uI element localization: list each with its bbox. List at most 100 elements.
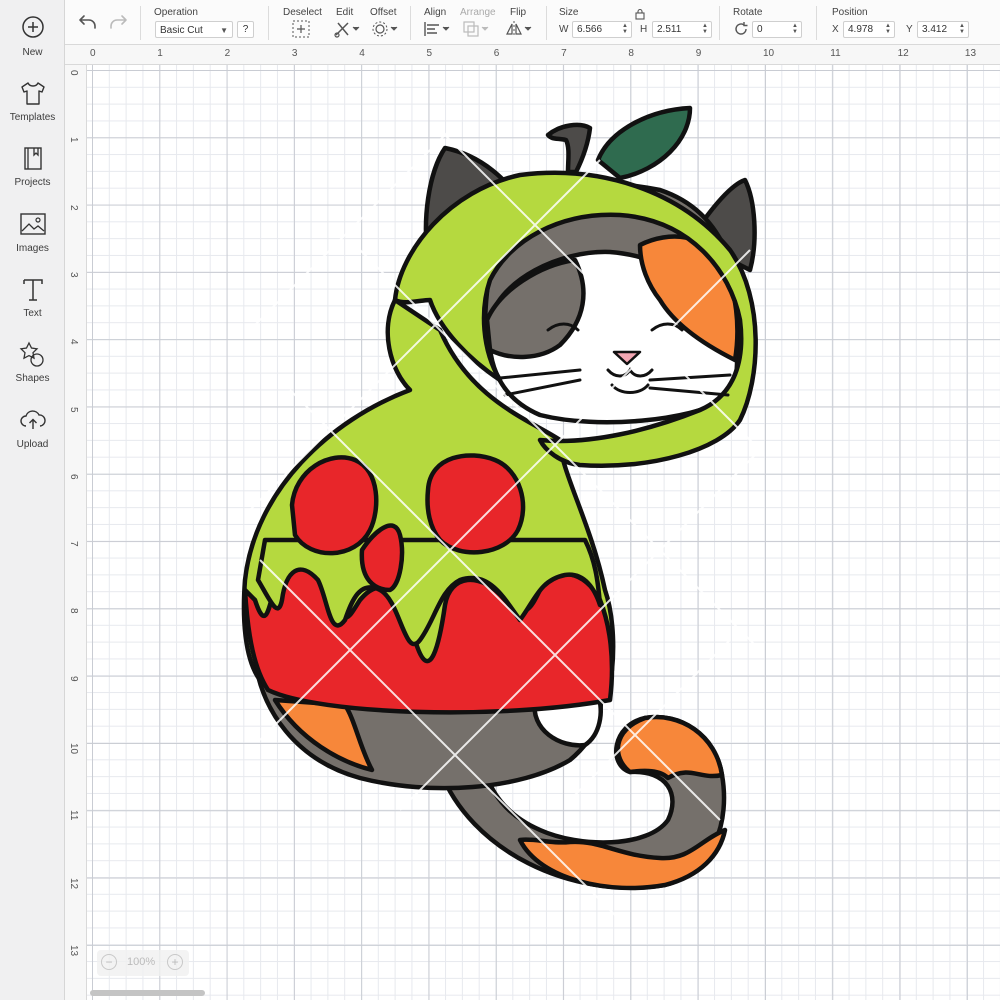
position-y-label: Y <box>906 24 913 35</box>
arrange-icon[interactable] <box>462 20 490 38</box>
ruler-tick-label: 6 <box>493 48 500 59</box>
ruler-horizontal: 0 1 2 3 4 5 6 7 8 9 10 11 12 13 <box>65 45 1000 65</box>
operation-help-button[interactable]: ? <box>237 21 254 38</box>
position-x-input[interactable]: 4.978 ▲ ▼ <box>843 21 895 38</box>
height-value: 2.511 <box>657 24 682 35</box>
ruler-tick-label: 0 <box>68 70 79 76</box>
image-icon <box>19 213 46 235</box>
left-sidebar: New Templates Projects Images Text Shape… <box>0 0 65 1000</box>
divider <box>410 6 411 40</box>
ruler-tick-label: 2 <box>68 204 79 211</box>
sidebar-item-templates[interactable]: Templates <box>0 79 65 139</box>
sidebar-item-label: Images <box>16 243 49 254</box>
operation-select[interactable]: Basic Cut ▼ <box>155 21 233 38</box>
position-x-value: 4.978 <box>848 24 874 35</box>
ruler-tick-label: 0 <box>90 48 96 59</box>
ruler-tick-label: 3 <box>68 271 79 278</box>
width-value: 6.566 <box>577 24 603 35</box>
lock-icon[interactable] <box>634 8 646 20</box>
flip-label: Flip <box>510 7 527 18</box>
zoom-in-button[interactable]: + <box>167 954 183 970</box>
operation-value: Basic Cut <box>160 25 203 36</box>
width-label: W <box>559 24 569 35</box>
design-canvas[interactable] <box>87 65 1000 1000</box>
divider <box>719 6 720 40</box>
sidebar-item-label: Upload <box>16 439 49 450</box>
spinner-icon[interactable]: ▲ ▼ <box>622 23 628 35</box>
align-icon[interactable] <box>423 20 451 38</box>
sidebar-item-projects[interactable]: Projects <box>0 144 65 204</box>
ruler-tick-label: 3 <box>291 48 298 59</box>
undo-icon[interactable] <box>77 12 99 32</box>
operation-label: Operation <box>154 7 198 18</box>
spinner-icon[interactable]: ▲ ▼ <box>702 23 708 35</box>
sidebar-item-images[interactable]: Images <box>0 210 65 270</box>
sidebar-item-upload[interactable]: Upload <box>0 406 65 466</box>
ruler-tick-label: 8 <box>68 608 79 614</box>
sidebar-item-label: New <box>22 47 43 58</box>
divider <box>268 6 269 40</box>
width-input[interactable]: 6.566 ▲ ▼ <box>572 21 632 38</box>
divider <box>140 6 141 40</box>
height-label: H <box>640 24 648 35</box>
ruler-tick-label: 10 <box>68 743 79 755</box>
tshirt-icon <box>20 82 45 105</box>
ruler-tick-label: 9 <box>68 675 79 682</box>
edit-label: Edit <box>336 7 354 18</box>
ruler-tick-label: 2 <box>224 48 231 59</box>
ruler-tick-label: 9 <box>695 48 702 59</box>
cloud-upload-icon <box>19 410 46 429</box>
spinner-icon[interactable]: ▲ ▼ <box>792 23 798 35</box>
calico-cat-apple-hoodie-image[interactable] <box>87 65 1000 1000</box>
rotate-value: 0 <box>757 24 763 35</box>
zoom-out-button[interactable]: − <box>101 954 117 970</box>
ruler-tick-label: 12 <box>68 877 79 889</box>
spinner-icon[interactable]: ▲ ▼ <box>959 23 965 35</box>
notebook-icon <box>23 147 42 170</box>
ruler-tick-label: 10 <box>763 48 775 59</box>
ruler-tick-label: 5 <box>68 406 79 413</box>
ruler-tick-label: 13 <box>964 48 977 59</box>
ruler-tick-label: 1 <box>68 137 79 143</box>
ruler-tick-label: 7 <box>561 48 567 59</box>
shapes-icon <box>19 341 44 367</box>
horizontal-scrollbar[interactable] <box>90 990 205 996</box>
edit-scissors-icon[interactable] <box>333 20 361 38</box>
sidebar-item-shapes[interactable]: Shapes <box>0 340 65 400</box>
plus-circle-icon <box>21 16 44 38</box>
ruler-tick-label: 4 <box>68 339 79 345</box>
sidebar-item-label: Projects <box>14 177 51 188</box>
height-input[interactable]: 2.511 ▲ ▼ <box>652 21 712 38</box>
offset-icon[interactable] <box>371 20 399 38</box>
offset-label: Offset <box>370 7 397 18</box>
ruler-tick-label: 7 <box>68 541 79 547</box>
redo-icon[interactable] <box>107 12 129 32</box>
sidebar-item-new[interactable]: New <box>0 14 65 74</box>
sidebar-item-label: Shapes <box>15 373 50 384</box>
rotate-label: Rotate <box>733 7 763 18</box>
deselect-icon[interactable] <box>292 20 310 38</box>
ruler-tick-label: 11 <box>68 810 79 821</box>
divider <box>816 6 817 40</box>
flip-icon[interactable] <box>505 20 533 38</box>
size-label: Size <box>559 7 579 18</box>
sidebar-item-text[interactable]: Text <box>0 275 65 335</box>
sidebar-item-label: Text <box>23 308 42 319</box>
align-label: Align <box>424 7 447 18</box>
position-y-input[interactable]: 3.412 ▲ ▼ <box>917 21 969 38</box>
divider <box>546 6 547 40</box>
ruler-tick-label: 8 <box>628 48 634 59</box>
ruler-tick-label: 11 <box>830 48 841 59</box>
ruler-tick-label: 13 <box>68 944 79 957</box>
ruler-tick-label: 4 <box>359 48 365 59</box>
ruler-tick-label: 12 <box>897 48 909 59</box>
rotate-icon <box>735 22 748 35</box>
top-toolbar: Operation Basic Cut ▼ ? Deselect Edit Of… <box>65 0 1000 45</box>
ruler-tick-label: 1 <box>157 48 163 59</box>
text-t-icon <box>22 279 43 301</box>
rotate-input[interactable]: 0 ▲ ▼ <box>752 21 802 38</box>
position-x-label: X <box>832 24 839 35</box>
spinner-icon[interactable]: ▲ ▼ <box>885 23 891 35</box>
zoom-control: − 100% + <box>97 950 189 976</box>
arrange-label: Arrange <box>460 7 496 18</box>
